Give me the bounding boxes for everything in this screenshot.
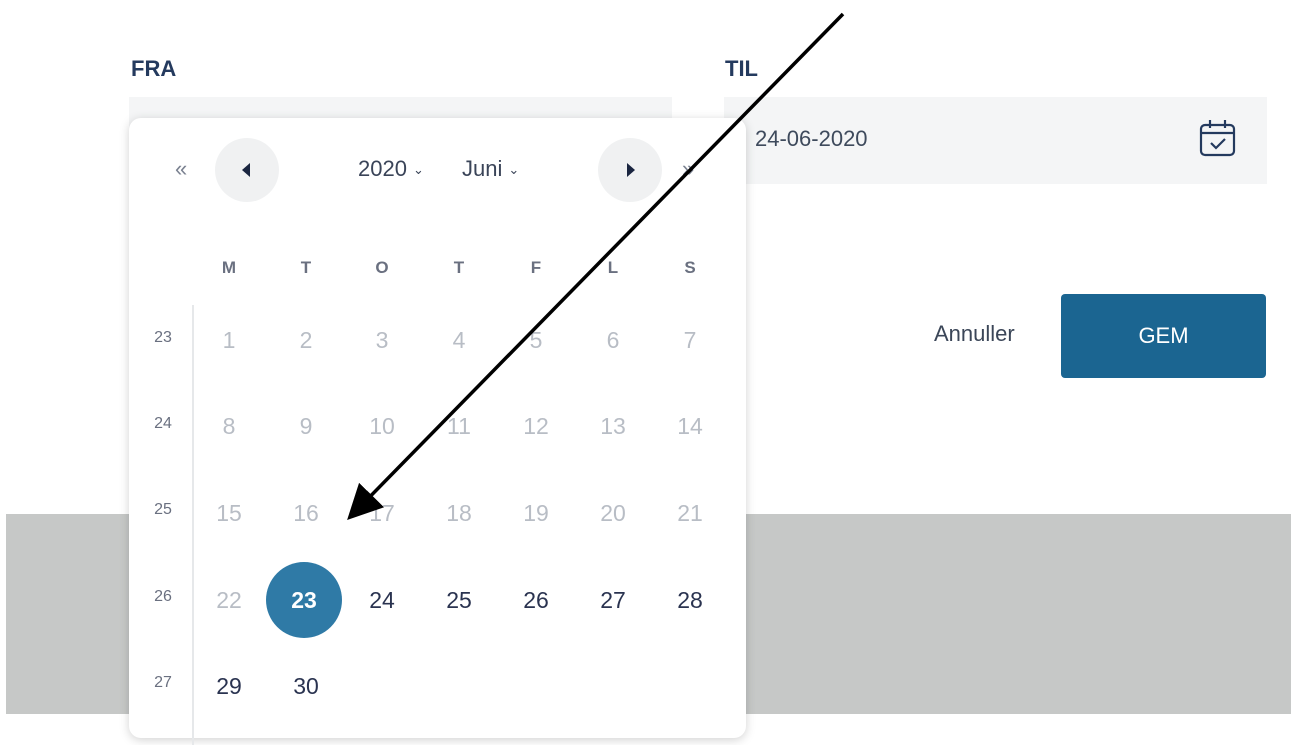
- week-number: 23: [154, 329, 172, 346]
- calendar-day[interactable]: 28: [652, 562, 728, 638]
- weekday-header: T: [453, 258, 465, 277]
- chevron-down-icon: ⌄: [412, 162, 424, 178]
- calendar-day[interactable]: 29: [191, 648, 267, 724]
- calendar-day[interactable]: 18: [421, 475, 497, 551]
- calendar-day[interactable]: 30: [268, 648, 344, 724]
- save-button[interactable]: GEM: [1061, 294, 1266, 378]
- calendar-day[interactable]: 22: [191, 562, 267, 638]
- calendar-day[interactable]: 16: [268, 475, 344, 551]
- calendar-day[interactable]: 14: [652, 388, 728, 464]
- calendar-day[interactable]: 10: [344, 388, 420, 464]
- calendar-day[interactable]: 12: [498, 388, 574, 464]
- weekday-header: S: [684, 258, 696, 277]
- month-select[interactable]: Juni ⌄: [462, 156, 519, 182]
- calendar-icon[interactable]: [1199, 119, 1237, 157]
- til-date-value: 24-06-2020: [755, 126, 868, 151]
- weekday-header: M: [221, 258, 237, 277]
- next-month-button[interactable]: [598, 138, 662, 202]
- calendar-day[interactable]: 5: [498, 302, 574, 378]
- calendar-day[interactable]: 2: [268, 302, 344, 378]
- cancel-button[interactable]: Annuller: [934, 321, 1015, 347]
- month-value: Juni: [462, 156, 503, 181]
- next-year-button[interactable]: »: [682, 156, 694, 182]
- calendar-day[interactable]: 25: [421, 562, 497, 638]
- prev-year-button[interactable]: «: [175, 156, 187, 182]
- calendar-day[interactable]: 7: [652, 302, 728, 378]
- week-number: 26: [154, 588, 172, 605]
- week-number: 25: [154, 501, 172, 518]
- calendar-day[interactable]: 11: [421, 388, 497, 464]
- calendar-day[interactable]: 20: [575, 475, 651, 551]
- date-picker-popup: « 2020 ⌄ Juni ⌄ » M T O T F L S 23 24 25 2…: [129, 118, 746, 745]
- calendar-day[interactable]: 21: [652, 475, 728, 551]
- weekday-header: L: [607, 258, 619, 277]
- prev-month-button[interactable]: [215, 138, 279, 202]
- weekday-header: T: [300, 258, 312, 277]
- calendar-day[interactable]: 9: [268, 388, 344, 464]
- calendar-day[interactable]: 3: [344, 302, 420, 378]
- calendar-day[interactable]: 6: [575, 302, 651, 378]
- til-date-input[interactable]: 24-06-2020: [724, 97, 1267, 184]
- til-label: TIL: [725, 56, 758, 81]
- calendar-day[interactable]: 15: [191, 475, 267, 551]
- calendar-day[interactable]: 26: [498, 562, 574, 638]
- year-select[interactable]: 2020 ⌄: [358, 156, 424, 182]
- weekday-header: F: [530, 258, 542, 277]
- calendar-day[interactable]: 17: [344, 475, 420, 551]
- calendar-day[interactable]: 8: [191, 388, 267, 464]
- calendar-day[interactable]: 19: [498, 475, 574, 551]
- calendar-day[interactable]: 13: [575, 388, 651, 464]
- calendar-day-selected[interactable]: 23: [266, 562, 342, 638]
- calendar-day[interactable]: 27: [575, 562, 651, 638]
- calendar-day[interactable]: 24: [344, 562, 420, 638]
- weekday-header: O: [375, 258, 389, 277]
- caret-right-icon: [627, 163, 635, 177]
- week-number: 27: [154, 674, 172, 691]
- year-value: 2020: [358, 156, 407, 181]
- calendar-day[interactable]: 4: [421, 302, 497, 378]
- chevron-down-icon: ⌄: [508, 162, 520, 178]
- week-number: 24: [154, 415, 172, 432]
- fra-label: FRA: [131, 56, 177, 81]
- calendar-day[interactable]: 1: [191, 302, 267, 378]
- caret-left-icon: [242, 163, 250, 177]
